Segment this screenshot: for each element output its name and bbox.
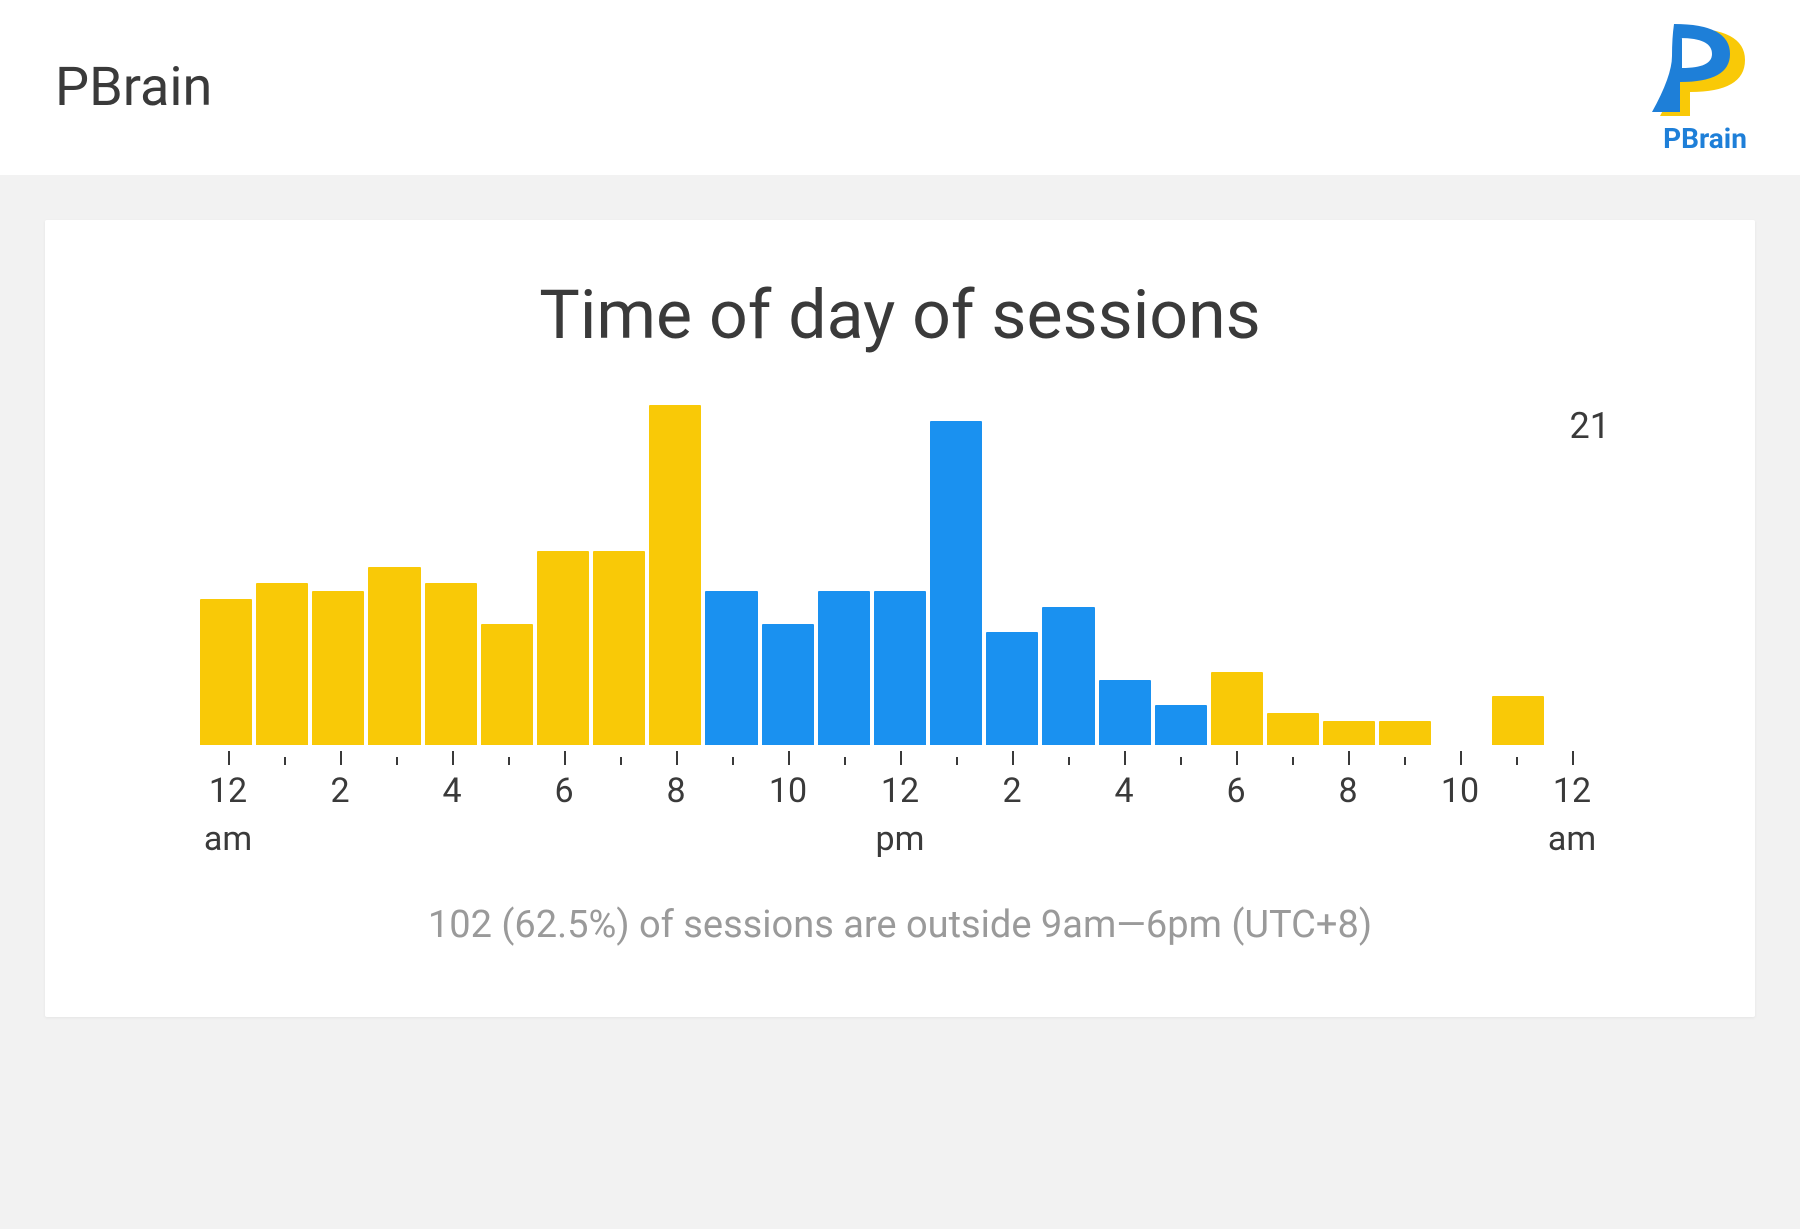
x-tick-minor [620, 757, 622, 765]
x-tick-minor [844, 757, 846, 765]
x-tick-minor [396, 757, 398, 765]
x-tick-major [1460, 751, 1462, 765]
bar-hour-10 [762, 624, 814, 745]
x-tick-label: 4 [1114, 771, 1133, 811]
bar-hour-14 [986, 632, 1038, 745]
x-tick-label: 2 [330, 771, 349, 811]
bar-hour-8 [649, 405, 701, 745]
x-tick-minor [956, 757, 958, 765]
x-tick-major [900, 751, 902, 765]
x-tick-major [1012, 751, 1014, 765]
app-header: PBrain PBrain [0, 0, 1800, 175]
bar-hour-6 [537, 551, 589, 745]
x-tick-minor [508, 757, 510, 765]
bar-hour-12 [874, 591, 926, 745]
bar-hour-16 [1099, 680, 1151, 745]
pbrain-logo-icon [1650, 20, 1760, 120]
x-sub-label: am [1548, 819, 1596, 859]
bar-hour-3 [368, 567, 420, 745]
chart-card: Time of day of sessions 21 1224681012246… [45, 220, 1755, 1017]
bar-hour-17 [1155, 705, 1207, 745]
chart-caption: 102 (62.5%) of sessions are outside 9am—… [100, 903, 1700, 947]
brand-logo-text: PBrain [1663, 122, 1747, 155]
chart-x-sub-labels: am pm am [200, 819, 1600, 863]
bar-hour-13 [930, 421, 982, 745]
x-tick-label: 6 [1226, 771, 1245, 811]
x-tick-minor [284, 757, 286, 765]
chart-bars [200, 405, 1600, 745]
x-tick-minor [1404, 757, 1406, 765]
bar-hour-7 [593, 551, 645, 745]
x-sub-label: am [204, 819, 252, 859]
bar-hour-18 [1211, 672, 1263, 745]
bar-hour-2 [312, 591, 364, 745]
x-tick-minor [732, 757, 734, 765]
x-tick-major [1572, 751, 1574, 765]
x-tick-minor [1068, 757, 1070, 765]
x-tick-major [1348, 751, 1350, 765]
chart-x-axis [200, 745, 1600, 765]
chart-wrap: 21 122468101224681012 ampmam [100, 405, 1700, 863]
bar-hour-15 [1042, 607, 1094, 745]
x-tick-major [228, 751, 230, 765]
x-tick-major [676, 751, 678, 765]
bar-hour-1 [256, 583, 308, 745]
x-tick-label: 4 [442, 771, 461, 811]
x-tick-major [788, 751, 790, 765]
x-tick-major [564, 751, 566, 765]
x-tick-label: 6 [554, 771, 573, 811]
bar-hour-9 [705, 591, 757, 745]
x-tick-label: 10 [1441, 771, 1479, 811]
x-tick-label: 2 [1002, 771, 1021, 811]
content-area: Time of day of sessions 21 1224681012246… [0, 175, 1800, 1062]
x-sub-label: pm [876, 819, 925, 859]
chart-title: Time of day of sessions [100, 275, 1700, 355]
bar-hour-4 [425, 583, 477, 745]
bar-hour-21 [1379, 721, 1431, 745]
x-tick-minor [1292, 757, 1294, 765]
x-tick-label: 12 [1553, 771, 1591, 811]
bar-hour-19 [1267, 713, 1319, 745]
x-tick-label: 8 [666, 771, 685, 811]
x-tick-major [340, 751, 342, 765]
chart-x-tick-labels: 12 2 4 6 8 10 12 2 4 6 8 10 12 [200, 771, 1600, 819]
x-tick-major [1236, 751, 1238, 765]
x-tick-minor [1516, 757, 1518, 765]
x-tick-label: 10 [769, 771, 807, 811]
bar-hour-20 [1323, 721, 1375, 745]
x-tick-label: 12 [881, 771, 919, 811]
bar-hour-11 [818, 591, 870, 745]
chart-plot-area [200, 405, 1600, 765]
x-tick-major [1124, 751, 1126, 765]
x-tick-label: 12 [209, 771, 247, 811]
brand-logo: PBrain [1650, 20, 1760, 155]
bar-hour-0 [200, 599, 252, 745]
bar-hour-23 [1492, 696, 1544, 745]
x-tick-label: 8 [1338, 771, 1357, 811]
page-title: PBrain [55, 56, 212, 119]
x-tick-major [452, 751, 454, 765]
x-tick-minor [1180, 757, 1182, 765]
bar-hour-5 [481, 624, 533, 745]
